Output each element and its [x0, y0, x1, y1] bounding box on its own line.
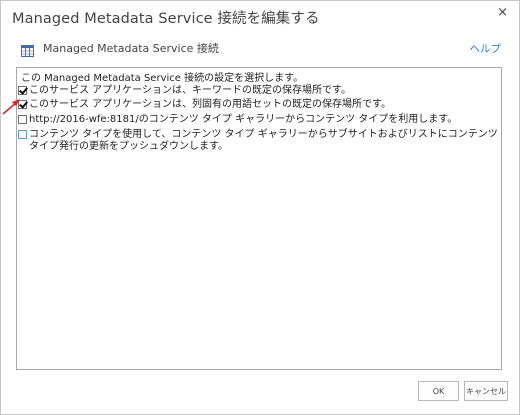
ok-button[interactable]: OK	[418, 381, 459, 401]
dialog-title: Managed Metadata Service 接続を編集する	[12, 11, 320, 27]
consume-content-types-checkbox[interactable]	[18, 115, 27, 124]
subheader-title: Managed Metadata Service 接続	[43, 42, 219, 55]
option-label: http://2016-wfe:8181/のコンテンツ タイプ ギャラリーからコ…	[29, 114, 458, 125]
push-down-updates-checkbox[interactable]	[18, 130, 27, 139]
help-link[interactable]: ヘルプ	[470, 41, 502, 56]
close-icon[interactable]: ×	[497, 5, 508, 20]
edit-connection-dialog: Managed Metadata Service 接続を編集する × Manag…	[0, 0, 520, 415]
red-arrow-annotation-icon	[2, 99, 20, 115]
option-label: このサービス アプリケーションは、列固有の用語セットの既定の保存場所です。	[29, 99, 391, 110]
option-consume-content-types[interactable]: http://2016-wfe:8181/のコンテンツ タイプ ギャラリーからコ…	[18, 114, 457, 126]
option-keywords-default[interactable]: このサービス アプリケーションは、キーワードの既定の保存場所です。	[18, 85, 351, 97]
option-push-down-updates[interactable]: コンテンツ タイプを使用して、コンテンツ タイプ ギャラリーからサブサイトおよび…	[18, 129, 499, 153]
settings-panel: この Managed Metadata Service 接続の設定を選択します。…	[16, 67, 502, 370]
cancel-button[interactable]: キャンセル	[464, 381, 508, 401]
metadata-service-icon	[21, 42, 34, 57]
option-column-termsets-default[interactable]: このサービス アプリケーションは、列固有の用語セットの既定の保存場所です。	[18, 99, 391, 111]
option-label: コンテンツ タイプを使用して、コンテンツ タイプ ギャラリーからサブサイトおよび…	[29, 129, 498, 152]
instruction-text: この Managed Metadata Service 接続の設定を選択します。	[21, 73, 304, 84]
subheader: Managed Metadata Service 接続	[21, 40, 219, 57]
option-label: このサービス アプリケーションは、キーワードの既定の保存場所です。	[29, 85, 351, 96]
keywords-default-checkbox[interactable]	[18, 86, 27, 95]
